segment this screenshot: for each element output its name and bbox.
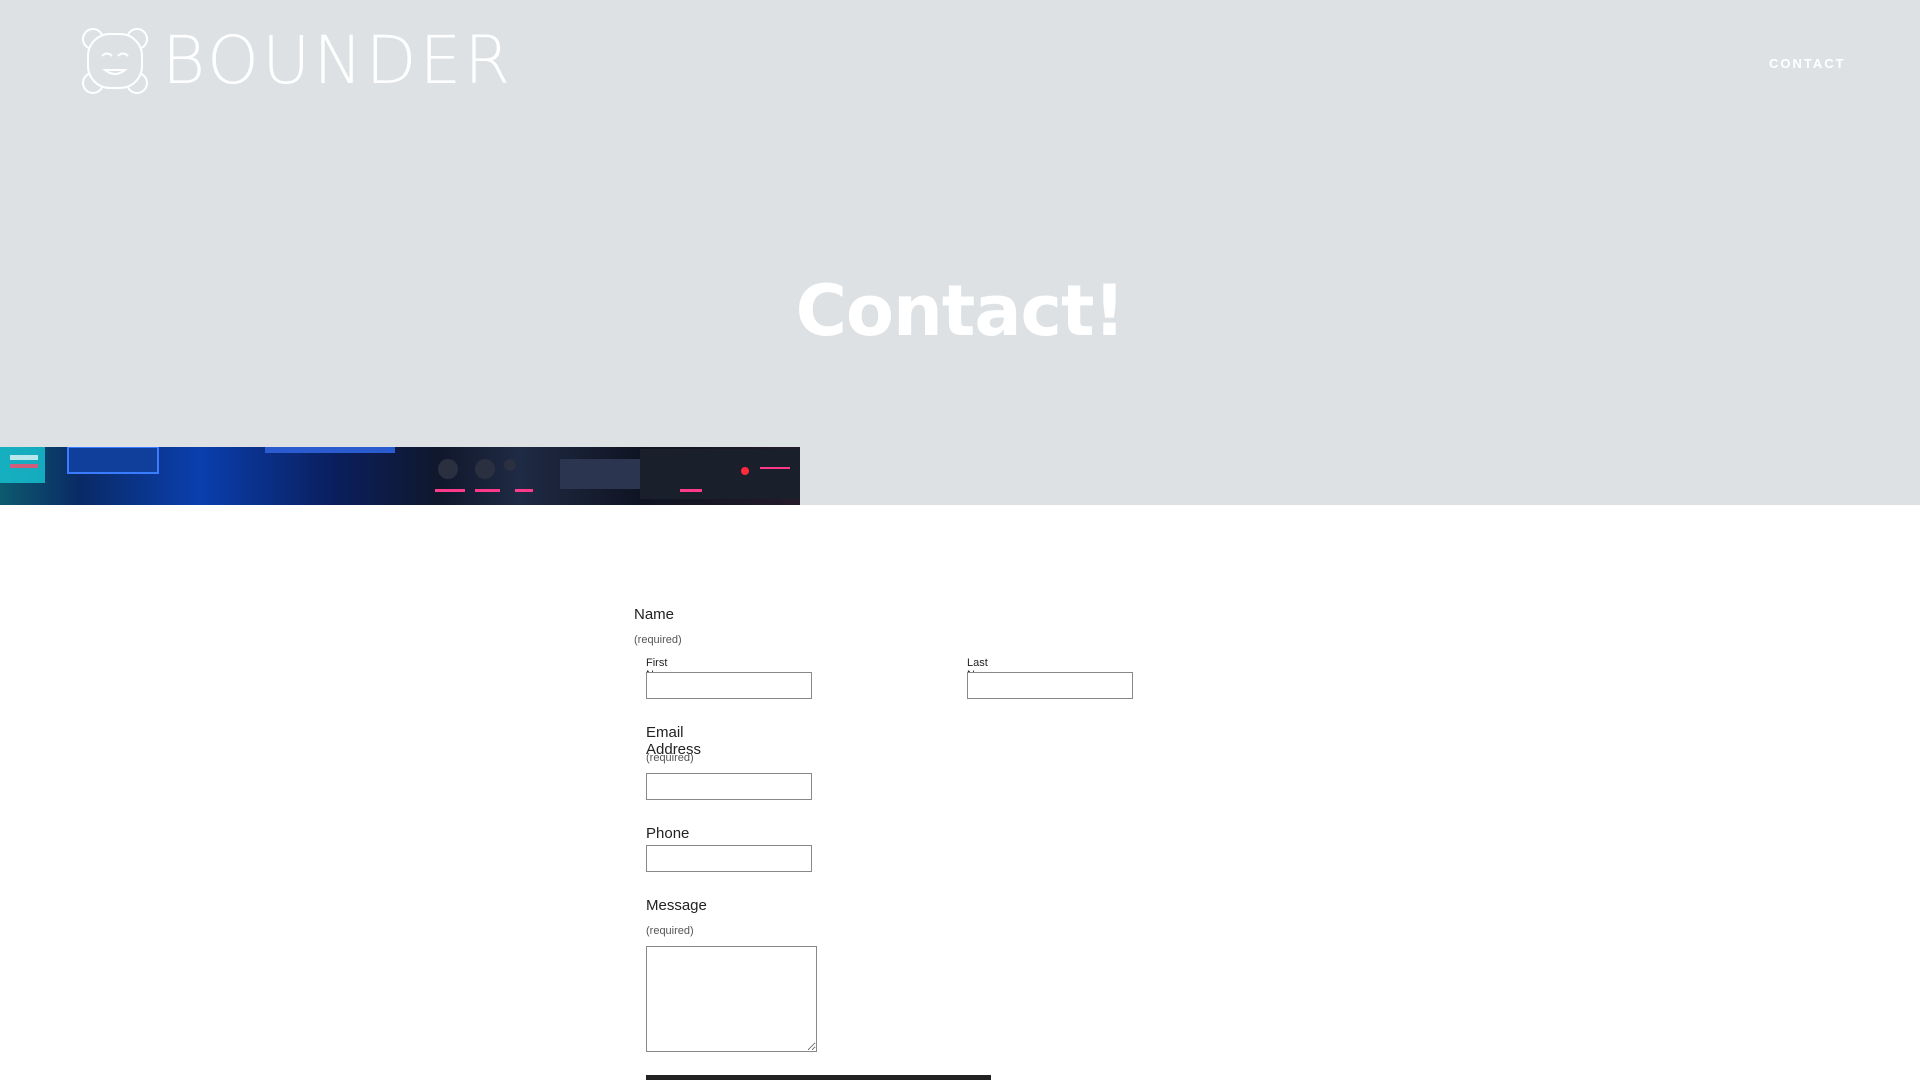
message-label: Message bbox=[646, 897, 707, 914]
hero-banner: BOUNDER CONTACT Contact! bbox=[0, 0, 1920, 505]
email-required-note: (required) bbox=[646, 752, 694, 764]
email-input[interactable] bbox=[646, 773, 812, 800]
phone-label: Phone bbox=[646, 825, 690, 842]
brand-name: BOUNDER bbox=[162, 22, 514, 99]
nav-contact-link[interactable]: CONTACT bbox=[1769, 56, 1846, 71]
submit-button[interactable] bbox=[646, 1075, 991, 1080]
phone-input[interactable] bbox=[646, 845, 812, 872]
message-textarea[interactable] bbox=[646, 946, 817, 1052]
photo-detail bbox=[0, 447, 800, 499]
control-panel-photo bbox=[0, 447, 800, 505]
last-name-input[interactable] bbox=[967, 672, 1133, 699]
page-title: Contact! bbox=[795, 270, 1126, 352]
name-label: Name bbox=[634, 606, 675, 623]
bear-face-icon bbox=[82, 28, 148, 94]
first-name-input[interactable] bbox=[646, 672, 812, 699]
bounder-logo[interactable]: BOUNDER bbox=[80, 26, 513, 96]
name-required-note: (required) bbox=[634, 634, 682, 646]
message-required-note: (required) bbox=[646, 925, 694, 937]
